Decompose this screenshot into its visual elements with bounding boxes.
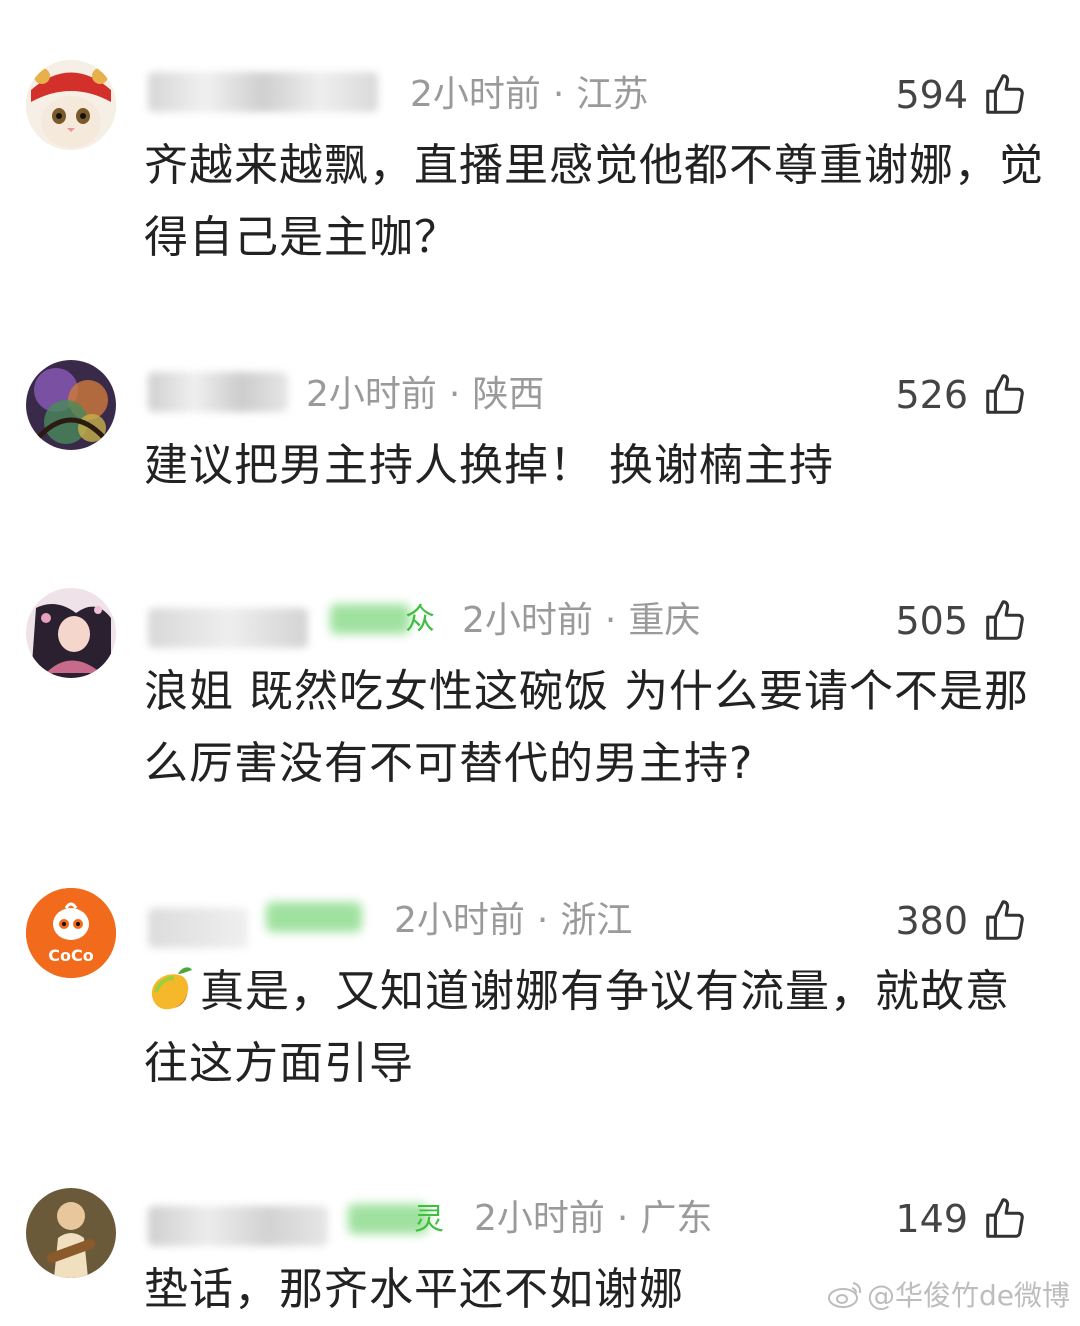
comment-location: 重庆 (628, 600, 701, 641)
comment-item: CoCo 2小时前 · 浙江 380 真是，又知道谢娜有争议有流量，就故意往这方面引… (0, 830, 1080, 1130)
watermark: @华俊竹de微博 (827, 1274, 1070, 1314)
mango-emoji-icon (151, 967, 192, 1010)
like-count: 594 (895, 73, 968, 117)
avatar[interactable] (26, 60, 116, 150)
thumbs-up-icon (986, 600, 1024, 640)
username-blurred[interactable] (148, 608, 308, 648)
comment-location: 江苏 (576, 74, 649, 115)
meta-separator: · (552, 74, 565, 115)
thumbs-up-icon (986, 900, 1024, 940)
like-button[interactable]: 380 (895, 896, 1028, 946)
meta-separator: · (536, 900, 549, 941)
comment-time: 2小时前 (410, 74, 541, 115)
thumbs-up-icon (986, 374, 1024, 414)
username-blurred[interactable] (148, 72, 378, 112)
watermark-text: @华俊竹de微博 (866, 1279, 1070, 1312)
avatar[interactable] (26, 588, 116, 678)
comment-item: 2小时前 · 江苏 594 齐越来越飘，直播里感觉他都不尊重谢娜，觉得自己是主咖？ (0, 0, 1080, 300)
like-button[interactable]: 149 (895, 1194, 1028, 1244)
comment-time: 2小时前 (474, 1198, 605, 1239)
comment-location: 陕西 (472, 374, 545, 415)
username-blurred[interactable] (148, 372, 288, 412)
like-count: 526 (895, 373, 968, 417)
meta-separator: · (448, 374, 461, 415)
comment-text: 齐越来越飘，直播里感觉他都不尊重谢娜，觉得自己是主咖？ (144, 140, 1044, 263)
comment-time: 2小时前 (306, 374, 437, 415)
like-count: 505 (895, 599, 968, 643)
comment-meta: 2小时前 · 陕西 (306, 370, 544, 420)
meta-separator: · (616, 1198, 629, 1239)
comment-meta: 2小时前 · 重庆 (462, 596, 700, 646)
avatar-brand-text: CoCo (48, 946, 94, 965)
like-count: 149 (895, 1197, 968, 1241)
avatar[interactable] (26, 1188, 116, 1278)
user-badge (330, 604, 410, 634)
avatar[interactable]: CoCo (26, 888, 116, 978)
comment-text: 建议把男主持人换掉！ 换谢楠主持 (144, 440, 834, 491)
like-count: 380 (895, 899, 968, 943)
thumbs-up-icon (986, 1198, 1024, 1238)
comment-time: 2小时前 (394, 900, 525, 941)
comment-time: 2小时前 (462, 600, 593, 641)
comment-meta: 2小时前 · 广东 (474, 1194, 712, 1244)
comment-meta: 2小时前 · 江苏 (410, 70, 648, 120)
like-button[interactable]: 526 (895, 370, 1028, 420)
thumbs-up-icon (986, 74, 1024, 114)
badge-label: 灵 (414, 1202, 444, 1237)
weibo-logo-icon (827, 1282, 862, 1308)
comment-location: 浙江 (560, 900, 633, 941)
badge-label: 众 (405, 602, 435, 637)
comment-text: 真是，又知道谢娜有争议有流量，就故意往这方面引导 (144, 956, 1044, 1100)
meta-separator: · (604, 600, 617, 641)
avatar[interactable] (26, 360, 116, 450)
like-button[interactable]: 505 (895, 596, 1028, 646)
user-badge (266, 902, 362, 932)
username-blurred[interactable] (148, 1206, 328, 1246)
comment-item: 2小时前 · 陕西 526 建议把男主持人换掉！ 换谢楠主持 (0, 300, 1080, 560)
comment-text-body: 真是，又知道谢娜有争议有流量，就故意往这方面引导 (144, 966, 1010, 1089)
comment-item: 众 2小时前 · 重庆 505 浪姐 既然吃女性这碗饭 为什么要请个不是那么厉害没有… (0, 530, 1080, 860)
like-button[interactable]: 594 (895, 70, 1028, 120)
username-blurred[interactable] (148, 908, 248, 948)
comment-text: 浪姐 既然吃女性这碗饭 为什么要请个不是那么厉害没有不可替代的男主持? (144, 666, 1029, 789)
comment-meta: 2小时前 · 浙江 (394, 896, 632, 946)
comment-location: 广东 (640, 1198, 713, 1239)
